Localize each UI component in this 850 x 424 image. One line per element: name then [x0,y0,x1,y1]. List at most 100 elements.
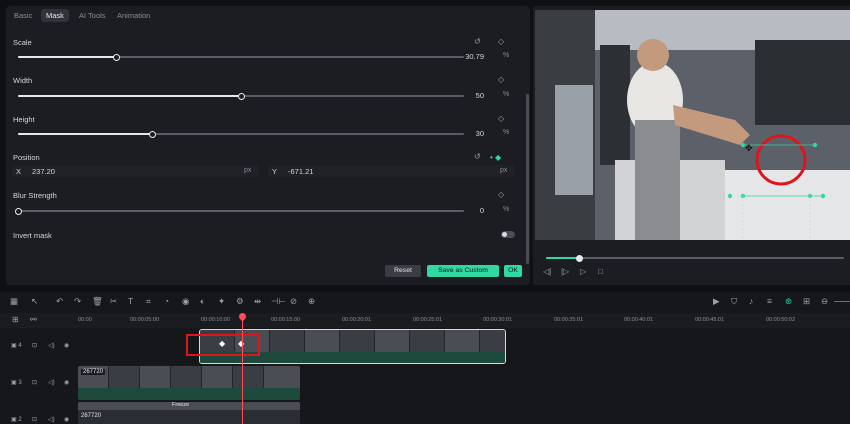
height-label: Height [13,115,35,124]
lock-icon[interactable]: ⊡ [32,416,37,423]
tab-ai-tools[interactable]: AI Tools [79,11,106,20]
speed-icon[interactable]: ◔ [164,296,169,306]
link-track-icon[interactable]: ⚯ [30,316,37,324]
ok-button[interactable]: OK [504,265,522,277]
reset-icon[interactable]: ↺ [474,153,481,161]
tab-animation[interactable]: Animation [117,11,150,20]
ruler-label: 00:00:10:00 [201,317,231,323]
speaker-icon[interactable]: ◁) [48,342,55,349]
lock-icon[interactable]: ⊡ [32,342,37,349]
ruler-label: 00:00:15:00 [271,317,301,323]
height-slider-knob[interactable] [148,130,156,138]
video-preview[interactable]: ✥ [535,10,850,240]
adjust-icon[interactable]: ◐ [200,296,205,306]
blur-value[interactable]: 0 [444,206,484,215]
playback-progress[interactable] [546,254,844,262]
ruler-label: 00:00:40:01 [624,317,654,323]
select-tool-icon[interactable]: ↖ [31,296,38,307]
timeline: ▦ ↖ ↶ ↷ 🗑 ✂ T ⌗ ◔ ◉ ◐ ✦ ⚙ ⇹ ⊣⊢ ⊘ ⊕ ▶ ⛉ ♪… [0,292,850,424]
eye-icon[interactable]: ◉ [64,342,69,349]
lock-icon[interactable]: ⊡ [32,379,37,386]
width-slider-knob[interactable] [238,92,245,100]
position-y-value[interactable]: -671.21 [288,167,313,176]
keyframe-diamond-icon[interactable]: ◇ [498,38,504,46]
scale-slider-knob[interactable] [113,53,121,61]
play-icon[interactable]: ▷ [580,268,586,276]
height-value[interactable]: 30 [444,129,484,138]
previous-frame-icon[interactable]: ◁| [543,268,551,276]
detach-icon[interactable]: ⊕ [308,296,315,307]
position-x-value[interactable]: 237.20 [32,167,55,176]
delete-icon[interactable]: 🗑 [92,296,103,307]
playback-progress-knob[interactable] [575,254,583,262]
playhead[interactable] [242,318,243,424]
position-y-field[interactable]: Y -671.21 px [268,165,514,177]
keyframe-diamond-icon[interactable]: ◇ [498,115,504,123]
ruler-label: 00:00:20:01 [342,317,372,323]
split-icon[interactable]: ✂ [110,296,117,307]
shield-icon[interactable]: ⛉ [731,296,737,307]
ruler-label: 00:00:05:00 [130,317,160,323]
ai-icon[interactable]: ✦ [218,296,225,307]
color-icon[interactable]: ◉ [182,296,189,307]
blur-strength-label: Blur Strength [13,191,57,200]
height-slider[interactable] [18,130,464,138]
property-tabs: Basic Mask AI Tools Animation [6,6,530,26]
scale-unit: % [503,52,510,59]
crop-icon[interactable]: ⌗ [146,296,151,307]
stop-icon[interactable]: □ [598,268,603,276]
render-icon[interactable]: ▶ [713,296,720,307]
redo-icon[interactable]: ↷ [74,296,81,307]
invert-mask-toggle[interactable] [501,231,515,238]
reset-button[interactable]: Reset [385,265,421,277]
toggle-thumb [502,232,507,237]
eye-icon[interactable]: ◉ [64,379,69,386]
clip-label: 267720 [81,413,102,419]
list-icon[interactable]: ≡ [767,296,772,306]
video-clip[interactable]: Freeze 267720 [78,402,300,424]
tab-mask[interactable]: Mask [41,9,69,22]
text-icon[interactable]: T [128,296,133,306]
scale-slider[interactable] [18,53,464,61]
panel-scrollbar[interactable] [526,94,529,264]
eye-icon[interactable]: ◉ [64,416,69,423]
trim-icon[interactable]: ⊣⊢ [271,296,286,307]
keyframe-diamond-icon[interactable]: ◇ [498,76,504,84]
position-x-label: X [16,167,22,176]
magnet-icon[interactable]: ⊛ [785,296,792,307]
keyframe-diamond-icon[interactable]: ◇ [498,191,504,199]
track-number: 4 [18,343,22,349]
clip-thumbnail [233,366,264,388]
zoom-fit-icon[interactable]: ⊞ [803,296,810,307]
align-icon[interactable]: ⇹ [254,296,261,307]
blur-slider[interactable] [15,207,464,215]
blur-slider-knob[interactable] [15,207,22,215]
add-track-icon[interactable]: ⊞ [12,316,19,324]
zoom-out-icon[interactable]: ⊖ [821,296,828,307]
effect-icon[interactable]: ⚙ [236,296,244,307]
undo-icon[interactable]: ↶ [56,296,63,307]
keyframe-add-icon[interactable]: • ◆ [490,153,501,162]
tab-basic[interactable]: Basic [14,11,32,20]
ruler-label: 00:00:30:01 [483,317,513,323]
position-x-field[interactable]: X 237.20 px [12,165,258,177]
microphone-icon[interactable]: ♪ [749,296,753,306]
playback-progress-fill [546,257,579,259]
layout-icon[interactable]: ▦ [10,296,18,307]
video-clip[interactable]: 267720 [78,366,300,400]
properties-panel: Basic Mask AI Tools Animation Scale ↺ ◇ … [6,6,530,285]
zoom-slider[interactable] [834,301,850,302]
width-slider[interactable] [18,92,464,100]
save-as-custom-button[interactable]: Save as Custom [427,265,499,277]
track-2-label: ▣ 2 [11,417,22,423]
scale-value[interactable]: 30.79 [444,52,484,61]
reset-icon[interactable]: ↺ [474,38,481,46]
width-value[interactable]: 50 [444,91,484,100]
play-frame-icon[interactable]: |▷ [561,268,569,276]
speaker-icon[interactable]: ◁) [48,416,55,423]
clip-thumbnail [140,366,171,388]
speaker-icon[interactable]: ◁) [48,379,55,386]
ruler-label: 00:00:45:01 [695,317,725,323]
width-slider-fill [18,95,241,97]
link-icon[interactable]: ⊘ [290,296,297,307]
